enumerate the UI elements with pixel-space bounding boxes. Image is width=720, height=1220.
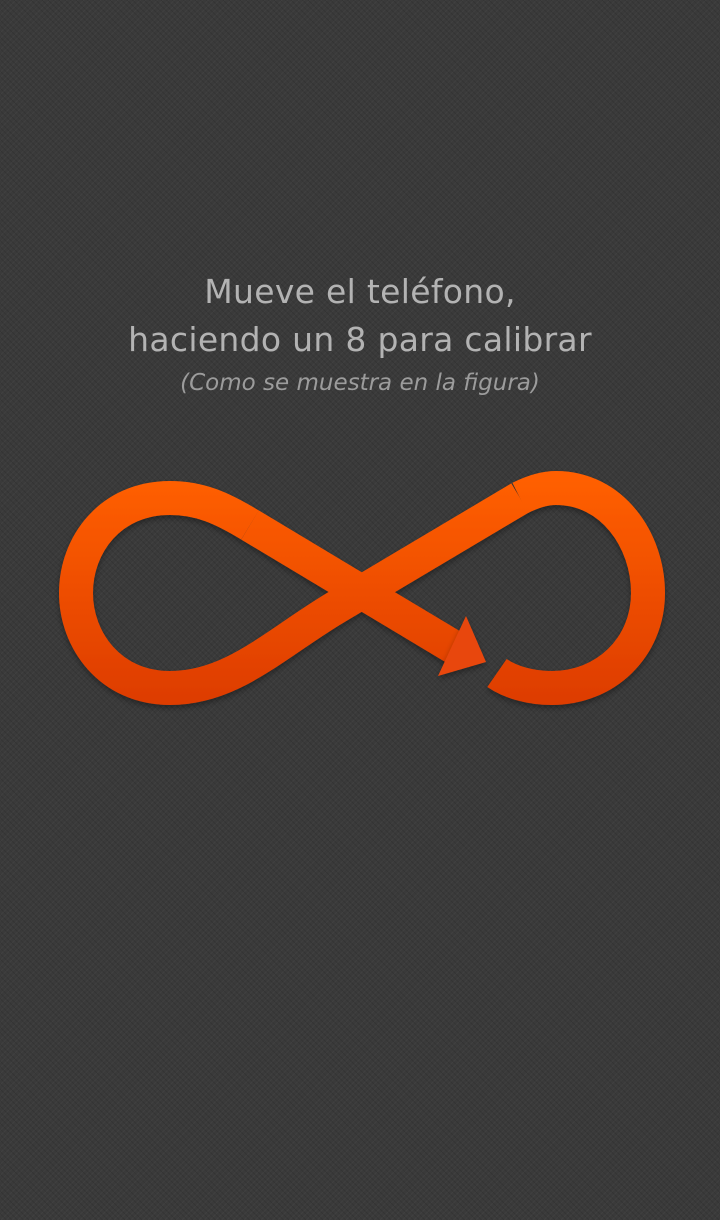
- instruction-line-2: haciendo un 8 para calibrar: [128, 320, 592, 359]
- instruction-line-1: Mueve el teléfono,: [204, 272, 516, 311]
- calibration-instructions: Mueve el teléfono, haciendo un 8 para ca…: [0, 268, 720, 400]
- figure-eight-illustration: [0, 460, 720, 740]
- infinity-arrow-icon: [58, 470, 666, 706]
- infinity-right-loop: [487, 470, 666, 706]
- instruction-hint: (Como se muestra en la figura): [180, 370, 540, 396]
